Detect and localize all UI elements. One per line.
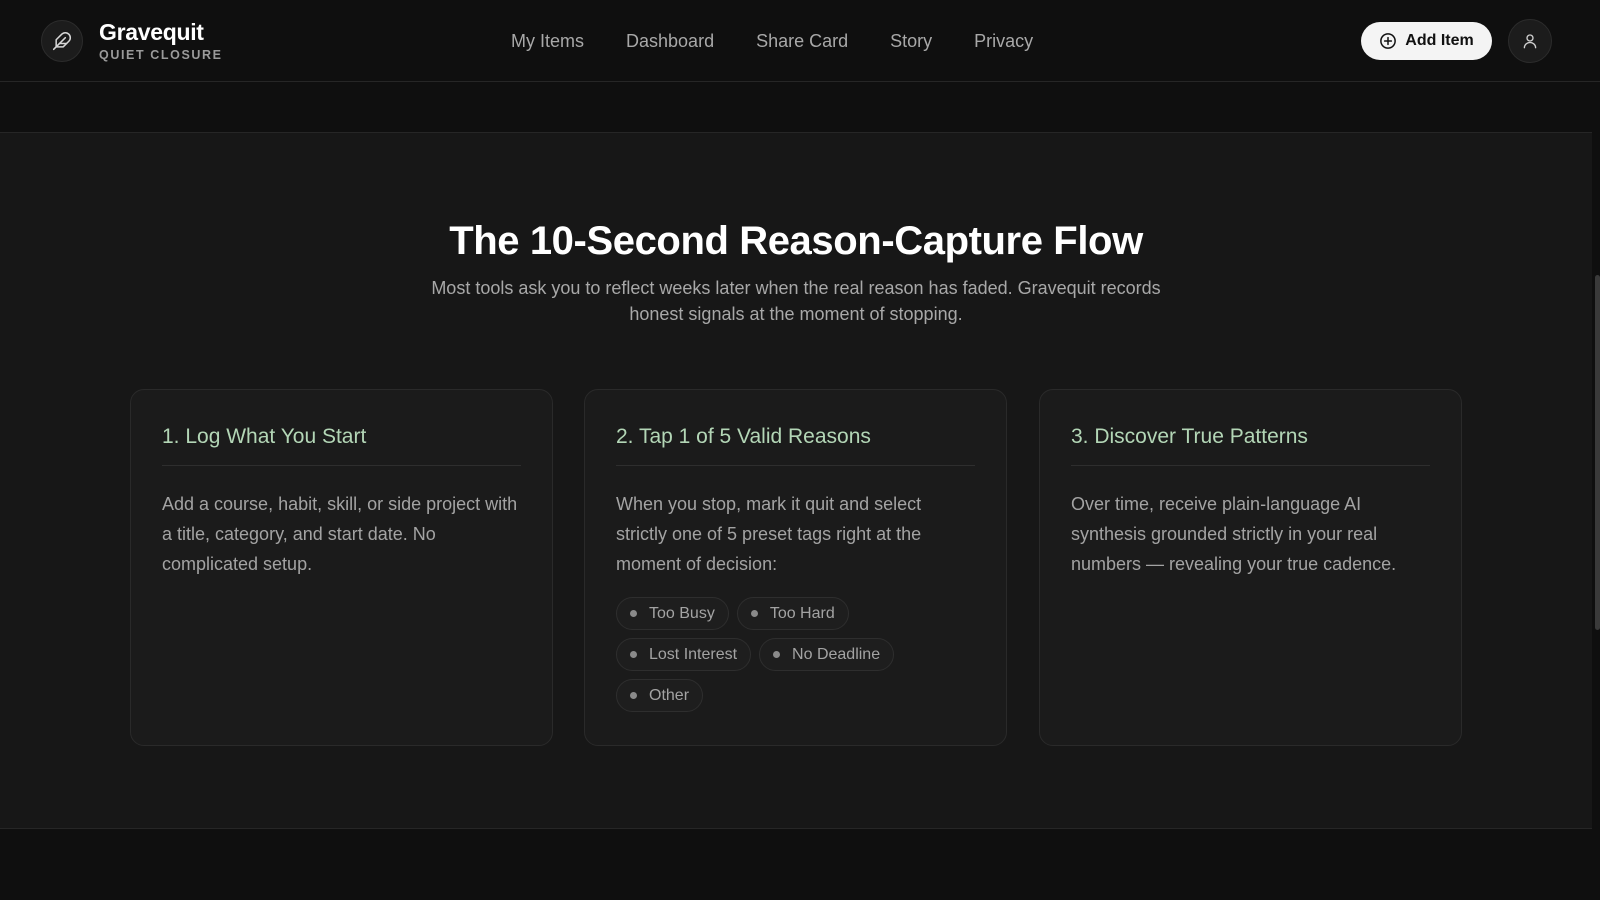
card-body: Add a course, habit, skill, or side proj… xyxy=(162,494,518,574)
user-menu-button[interactable] xyxy=(1508,19,1552,63)
plus-circle-icon xyxy=(1379,32,1397,50)
brand-name: Gravequit xyxy=(99,18,204,45)
add-item-button[interactable]: Add Item xyxy=(1361,22,1492,60)
tag-label: Lost Interest xyxy=(649,645,738,663)
main-nav: My Items Dashboard Share Card Story Priv… xyxy=(511,29,1033,53)
section-title: The 10-Second Reason-Capture Flow xyxy=(449,219,1143,263)
tag-label: Too Hard xyxy=(769,604,835,622)
dot-icon xyxy=(630,610,637,617)
nav-item-my-items[interactable]: My Items xyxy=(511,29,584,53)
reason-tag-too-hard[interactable]: Too Hard xyxy=(736,597,849,630)
dot-icon xyxy=(630,692,637,699)
tag-label: Other xyxy=(649,686,690,704)
reason-capture-section: The 10-Second Reason-Capture Flow Most t… xyxy=(0,132,1592,829)
dot-icon xyxy=(630,651,637,658)
dot-icon xyxy=(750,610,758,617)
section-subtitle: Most tools ask you to reflect weeks late… xyxy=(431,278,1161,324)
nav-item-dashboard[interactable]: Dashboard xyxy=(626,29,714,53)
card-title: 1. Log What You Start xyxy=(162,425,521,466)
reason-tag-other[interactable]: Other xyxy=(616,679,704,712)
dot-icon xyxy=(773,651,781,658)
user-icon xyxy=(1521,32,1539,50)
tag-label: No Deadline xyxy=(792,645,881,663)
nav-item-share-card[interactable]: Share Card xyxy=(756,29,848,53)
reason-tag-no-deadline[interactable]: No Deadline xyxy=(759,638,895,671)
page-scrollbar[interactable] xyxy=(1595,275,1600,630)
tag-label: Too Busy xyxy=(649,604,715,622)
reason-tag-too-busy[interactable]: Too Busy xyxy=(616,597,729,630)
top-header: Gravequit QUIET CLOSURE My Items Dashboa… xyxy=(0,0,1600,82)
feather-icon xyxy=(41,20,83,62)
step-card-patterns: 3. Discover True Patterns Over time, rec… xyxy=(1039,389,1462,746)
nav-item-story[interactable]: Story xyxy=(890,29,932,53)
card-body: When you stop, mark it quit and select s… xyxy=(616,494,922,574)
card-title: 3. Discover True Patterns xyxy=(1071,425,1430,466)
brand[interactable]: Gravequit QUIET CLOSURE xyxy=(41,20,223,62)
add-item-label: Add Item xyxy=(1405,32,1474,49)
reason-tags: Too Busy Too Hard Lost Interest No Deadl… xyxy=(616,597,916,720)
step-card-log: 1. Log What You Start Add a course, habi… xyxy=(130,389,553,746)
card-body: Over time, receive plain-language AI syn… xyxy=(1071,494,1397,574)
reason-tag-lost-interest[interactable]: Lost Interest xyxy=(616,638,752,671)
brand-tagline: QUIET CLOSURE xyxy=(99,47,223,62)
nav-item-privacy[interactable]: Privacy xyxy=(974,29,1033,53)
card-title: 2. Tap 1 of 5 Valid Reasons xyxy=(616,425,975,466)
step-card-reasons: 2. Tap 1 of 5 Valid Reasons When you sto… xyxy=(584,389,1007,746)
